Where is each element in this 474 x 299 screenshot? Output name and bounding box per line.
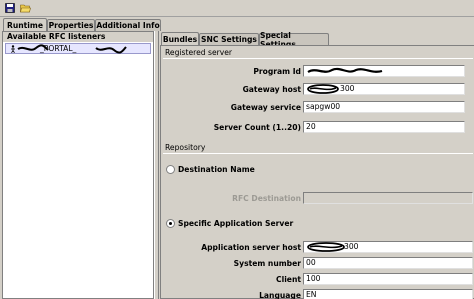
- repository-title: Repository: [165, 143, 206, 152]
- rfc-listeners-header: Available RFC listeners: [3, 32, 153, 42]
- redaction-scribble: [307, 242, 345, 252]
- app-server-host-value: 300: [344, 242, 359, 251]
- toolbar: [0, 0, 474, 17]
- open-folder-icon: [19, 4, 31, 13]
- redaction-scribble: [307, 67, 383, 73]
- gateway-host-field[interactable]: 300: [303, 83, 465, 95]
- tab-properties[interactable]: Properties: [47, 19, 95, 31]
- destination-name-label: Destination Name: [178, 165, 255, 174]
- client-label: Client: [276, 275, 301, 284]
- section-divider: [163, 58, 473, 59]
- app-server-host-label: Application server host: [201, 243, 301, 252]
- open-button[interactable]: [18, 1, 32, 15]
- language-label: Language: [259, 291, 301, 299]
- rfc-destination-label: RFC Destination: [232, 194, 301, 203]
- rfc-destination-field[interactable]: [303, 192, 473, 204]
- save-button[interactable]: [3, 1, 17, 15]
- rfc-listeners-panel: Available RFC listeners _PORTAL_: [2, 31, 154, 299]
- tab-runtime[interactable]: Runtime: [3, 18, 47, 31]
- system-number-field[interactable]: 00: [303, 257, 473, 269]
- radio-selected-dot: [169, 222, 172, 225]
- gateway-service-field[interactable]: sapgw00: [303, 101, 465, 113]
- tab-snc-settings[interactable]: SNC Settings: [199, 33, 259, 45]
- save-icon: [5, 3, 15, 13]
- gateway-service-label: Gateway service: [230, 103, 301, 112]
- splitter-handle[interactable]: [154, 31, 159, 299]
- specific-app-server-label: Specific Application Server: [178, 219, 294, 228]
- redaction-scribble: [17, 44, 127, 54]
- server-count-label: Server Count (1..20): [213, 123, 301, 132]
- client-field[interactable]: 100: [303, 273, 473, 285]
- section-divider: [163, 153, 473, 154]
- tab-additional-info[interactable]: Additional Info: [95, 19, 161, 31]
- server-count-field[interactable]: 20: [303, 121, 465, 133]
- tab-special-settings[interactable]: Special Settings: [259, 31, 329, 49]
- tab-bundles[interactable]: Bundles: [161, 32, 199, 45]
- system-number-label: System number: [233, 259, 301, 268]
- destination-name-radio[interactable]: [166, 165, 175, 174]
- app-server-host-field[interactable]: 300: [303, 241, 473, 253]
- program-id-field[interactable]: [303, 65, 465, 77]
- list-item[interactable]: _PORTAL_: [5, 43, 151, 54]
- gateway-host-value: 300: [340, 84, 355, 93]
- program-id-label: Program Id: [253, 67, 301, 76]
- bundles-panel: Registered server Program Id Gateway hos…: [160, 45, 474, 299]
- registered-server-title: Registered server: [165, 48, 233, 57]
- specific-app-server-radio[interactable]: [166, 219, 175, 228]
- redaction-scribble: [307, 84, 339, 94]
- gateway-host-label: Gateway host: [242, 85, 301, 94]
- language-field[interactable]: EN: [303, 289, 473, 299]
